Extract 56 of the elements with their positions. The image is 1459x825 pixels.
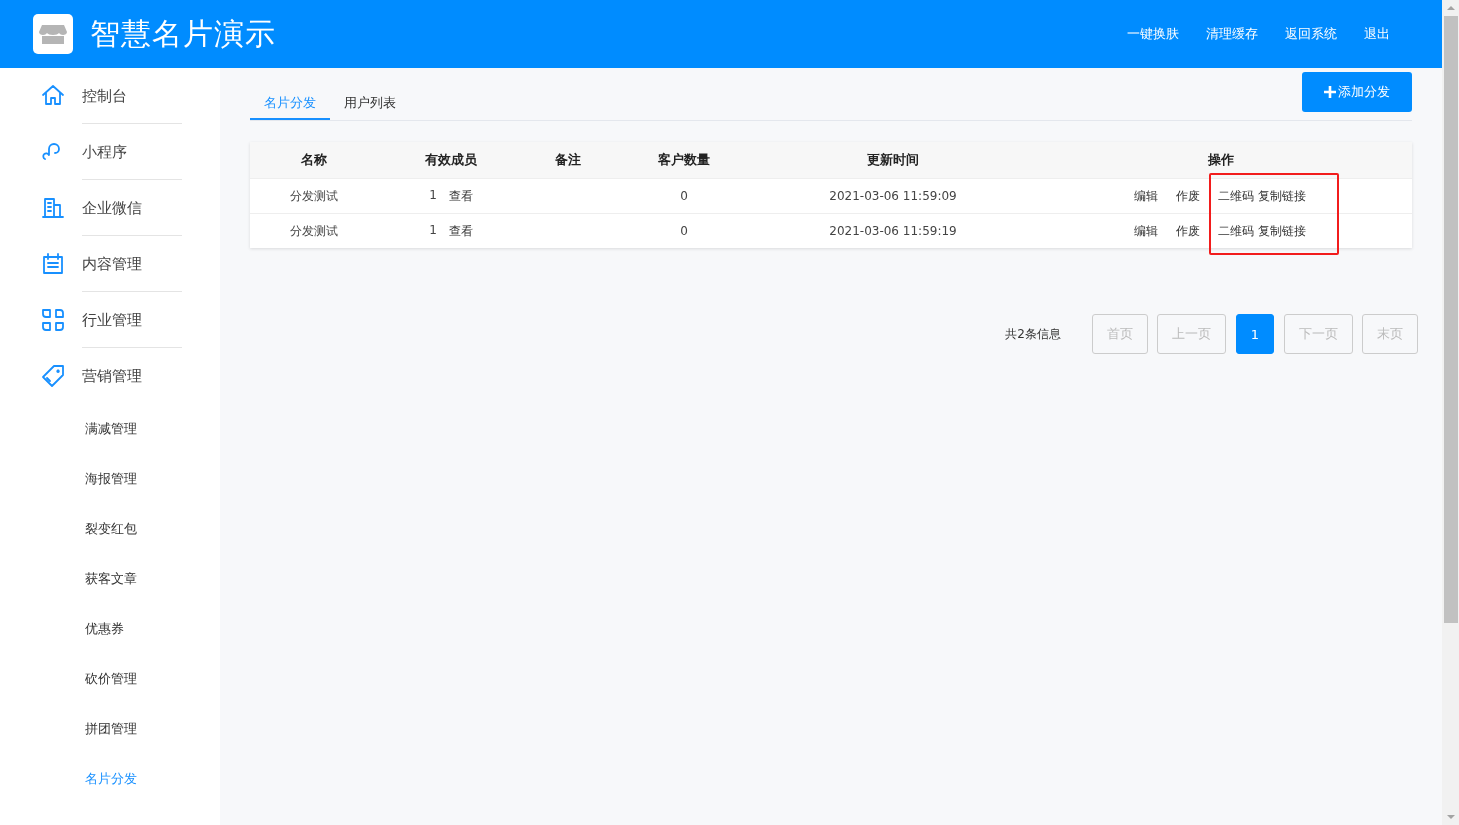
shop-logo-icon xyxy=(33,14,73,54)
action-link[interactable]: 复制链接 xyxy=(1258,222,1306,240)
member-count: 1 xyxy=(429,187,437,204)
sidebar-subitem[interactable]: 获客文章 xyxy=(0,554,220,604)
sidebar-item[interactable]: 控制台 xyxy=(0,68,220,124)
action-link[interactable]: 复制链接 xyxy=(1258,187,1306,205)
table-cell-text: 2021-03-06 11:59:09 xyxy=(828,189,958,203)
table-cell-text: 2021-03-06 11:59:19 xyxy=(828,224,958,238)
sidebar-label: 内容管理 xyxy=(82,236,182,292)
sidebar-item[interactable]: 企业微信 xyxy=(0,180,220,236)
tab[interactable]: 用户列表 xyxy=(330,88,410,120)
app-title: 智慧名片演示 xyxy=(90,14,276,53)
grid-icon xyxy=(40,307,66,333)
member-count: 1 xyxy=(429,222,437,239)
sidebar-subitem[interactable]: 拼团管理 xyxy=(0,704,220,754)
table-cell-text: 分发测试 xyxy=(289,187,339,205)
scrollbar-thumb[interactable] xyxy=(1443,16,1458,623)
action-link[interactable]: 编辑 xyxy=(1134,222,1158,240)
table-cell-text: 分发测试 xyxy=(289,222,339,240)
action-link[interactable]: 作废 xyxy=(1176,187,1200,205)
column-header: 操作 xyxy=(1207,151,1235,169)
pagination-info: 共2条信息 xyxy=(1005,325,1061,343)
column-header: 有效成员 xyxy=(424,151,478,169)
column-header: 备注 xyxy=(554,151,582,169)
scroll-down-icon[interactable] xyxy=(1446,815,1455,819)
sidebar-item[interactable]: 行业管理 xyxy=(0,292,220,348)
scrollbar[interactable] xyxy=(1442,0,1459,825)
view-link[interactable]: 查看 xyxy=(448,222,473,240)
action-link[interactable]: 编辑 xyxy=(1134,187,1158,205)
sidebar-subitem[interactable]: 海报管理 xyxy=(0,454,220,504)
table-cell-text: 0 xyxy=(679,189,689,203)
view-link[interactable]: 查看 xyxy=(448,187,473,205)
building-icon xyxy=(40,195,66,221)
action-link[interactable]: 作废 xyxy=(1176,222,1200,240)
sidebar-label: 营销管理 xyxy=(82,366,143,387)
action-link[interactable]: 二维码 xyxy=(1218,222,1254,240)
sidebar-subitem[interactable]: 满减管理 xyxy=(0,404,220,454)
column-header: 名称 xyxy=(300,151,328,169)
scroll-up-icon[interactable] xyxy=(1446,6,1455,10)
tag-icon xyxy=(40,363,66,389)
sidebar-item[interactable]: 小程序 xyxy=(0,124,220,180)
calendar-icon xyxy=(40,251,66,277)
sidebar-item[interactable]: 营销管理 xyxy=(0,348,220,404)
sidebar-item[interactable]: 内容管理 xyxy=(0,236,220,292)
sidebar-label: 控制台 xyxy=(82,68,182,124)
column-header: 客户数量 xyxy=(657,151,711,169)
sidebar-label: 小程序 xyxy=(82,124,182,180)
column-header: 更新时间 xyxy=(866,151,920,169)
plus-icon xyxy=(1324,86,1336,98)
sidebar-label: 企业微信 xyxy=(82,180,182,236)
sidebar-label: 行业管理 xyxy=(82,292,182,348)
sidebar-subitem[interactable]: 优惠券 xyxy=(0,604,220,654)
sidebar-subitem[interactable]: 砍价管理 xyxy=(0,654,220,704)
sidebar-subitem[interactable]: 裂变红包 xyxy=(0,504,220,554)
table-cell-text: 0 xyxy=(679,224,689,238)
action-link[interactable]: 二维码 xyxy=(1218,187,1254,205)
